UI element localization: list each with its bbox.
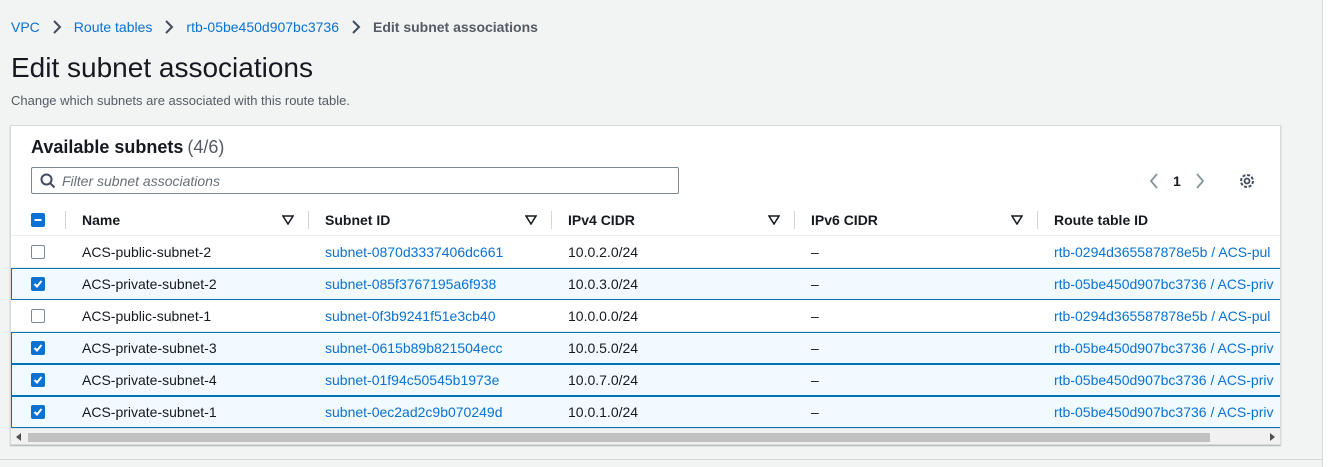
ipv4-cidr: 10.0.5.0/24 (568, 340, 639, 356)
column-divider (308, 211, 309, 229)
select-all-checkbox[interactable] (31, 213, 45, 227)
column-header-route-table-id[interactable]: Route table ID (1054, 204, 1148, 236)
subnet-id-link[interactable]: subnet-01f94c50545b1973e (325, 372, 499, 388)
column-header-ipv6-cidr[interactable]: IPv6 CIDR (811, 204, 878, 236)
route-table-link[interactable]: rtb-05be450d907bc3736 / ACS-priv (1054, 340, 1273, 356)
table-header: Name Subnet ID IPv4 CIDR IPv6 CIDR Route… (11, 204, 1280, 236)
row-checkbox[interactable] (31, 245, 45, 259)
scroll-left-icon[interactable] (14, 432, 24, 442)
filter-input[interactable] (62, 172, 652, 189)
ipv4-cidr: 10.0.7.0/24 (568, 372, 639, 388)
search-icon (40, 173, 56, 189)
page-number[interactable]: 1 (1173, 173, 1181, 189)
route-table-link[interactable]: rtb-05be450d907bc3736 / ACS-priv (1054, 276, 1273, 292)
ipv6-cidr: – (811, 276, 819, 292)
column-header-name[interactable]: Name (82, 204, 120, 236)
table-row[interactable]: ACS-private-subnet-2 subnet-085f3767195a6… (11, 268, 1280, 300)
chevron-right-icon (164, 20, 174, 34)
subnet-name: ACS-private-subnet-1 (82, 404, 217, 420)
row-checkbox[interactable] (31, 277, 45, 291)
chevron-right-icon (351, 20, 361, 34)
column-header-subnet-id[interactable]: Subnet ID (325, 204, 390, 236)
panel-title-text: Available subnets (31, 137, 184, 157)
subnets-table: Name Subnet ID IPv4 CIDR IPv6 CIDR Route… (11, 204, 1280, 428)
ipv4-cidr: 10.0.0.0/24 (568, 308, 639, 324)
table-row[interactable]: ACS-private-subnet-1 subnet-0ec2ad2c9b070… (11, 396, 1280, 428)
selection-count: (4/6) (187, 137, 225, 157)
scroll-right-icon[interactable] (1267, 432, 1277, 442)
available-subnets-panel: Available subnets(4/6) 1 Name (10, 125, 1281, 445)
subnet-id-link[interactable]: subnet-0f3b9241f51e3cb40 (325, 308, 495, 324)
column-divider (1037, 211, 1038, 229)
subnet-name: ACS-public-subnet-1 (82, 308, 212, 324)
subnet-id-link[interactable]: subnet-085f3767195a6f938 (325, 276, 496, 292)
horizontal-scrollbar[interactable] (11, 428, 1280, 444)
breadcrumb-current: Edit subnet associations (372, 19, 538, 35)
sort-icon[interactable] (768, 204, 780, 236)
subnet-name: ACS-public-subnet-2 (82, 244, 212, 260)
previous-page-icon[interactable] (1147, 171, 1161, 191)
subnet-id-link[interactable]: subnet-0870d3337406dc661 (325, 244, 503, 260)
panel-title: Available subnets (4/6) (31, 137, 224, 158)
ipv6-cidr: – (811, 308, 819, 324)
sort-icon[interactable] (1011, 204, 1023, 236)
gear-icon[interactable] (1237, 171, 1257, 191)
column-divider (65, 211, 66, 229)
sort-icon[interactable] (282, 204, 294, 236)
filter-field[interactable] (31, 167, 679, 194)
ipv4-cidr: 10.0.2.0/24 (568, 244, 639, 260)
table-body: ACS-public-subnet-2 subnet-0870d3337406dc… (11, 236, 1280, 428)
table-row[interactable]: ACS-private-subnet-3 subnet-0615b89b82150… (11, 332, 1280, 364)
ipv6-cidr: – (811, 372, 819, 388)
column-divider (794, 211, 795, 229)
breadcrumb-route-table-link[interactable]: rtb-05be450d907bc3736 (186, 19, 339, 35)
subnet-name: ACS-private-subnet-2 (82, 276, 217, 292)
sort-icon[interactable] (525, 204, 537, 236)
scrollbar-thumb[interactable] (28, 433, 1210, 442)
subnet-id-link[interactable]: subnet-0ec2ad2c9b070249d (325, 404, 503, 420)
row-checkbox[interactable] (31, 405, 45, 419)
subnet-id-link[interactable]: subnet-0615b89b821504ecc (325, 340, 503, 356)
chevron-right-icon (52, 20, 62, 34)
breadcrumb-route-tables-link[interactable]: Route tables (74, 19, 153, 35)
table-row[interactable]: ACS-public-subnet-2 subnet-0870d3337406dc… (11, 236, 1280, 268)
ipv6-cidr: – (811, 244, 819, 260)
subnet-name: ACS-private-subnet-3 (82, 340, 217, 356)
ipv6-cidr: – (811, 404, 819, 420)
route-table-link[interactable]: rtb-05be450d907bc3736 / ACS-priv (1054, 404, 1273, 420)
breadcrumb: VPC Route tables rtb-05be450d907bc3736 E… (11, 17, 538, 37)
row-checkbox[interactable] (31, 309, 45, 323)
column-header-ipv4-cidr[interactable]: IPv4 CIDR (568, 204, 635, 236)
row-checkbox[interactable] (31, 341, 45, 355)
column-divider (551, 211, 552, 229)
route-table-link[interactable]: rtb-05be450d907bc3736 / ACS-priv (1054, 372, 1273, 388)
route-table-link[interactable]: rtb-0294d365587878e5b / ACS-pul (1054, 308, 1270, 324)
table-row[interactable]: ACS-private-subnet-4 subnet-01f94c50545b1… (11, 364, 1280, 396)
breadcrumb-vpc-link[interactable]: VPC (11, 19, 40, 35)
ipv6-cidr: – (811, 340, 819, 356)
pagination: 1 (1147, 171, 1207, 191)
ipv4-cidr: 10.0.3.0/24 (568, 276, 639, 292)
next-page-icon[interactable] (1193, 171, 1207, 191)
route-table-link[interactable]: rtb-0294d365587878e5b / ACS-pul (1054, 244, 1270, 260)
page-title: Edit subnet associations (11, 52, 313, 83)
page-description: Change which subnets are associated with… (11, 93, 350, 108)
row-checkbox[interactable] (31, 373, 45, 387)
subnet-name: ACS-private-subnet-4 (82, 372, 217, 388)
ipv4-cidr: 10.0.1.0/24 (568, 404, 639, 420)
divider (0, 459, 1322, 460)
table-row[interactable]: ACS-public-subnet-1 subnet-0f3b9241f51e3c… (11, 300, 1280, 332)
vertical-scrollbar[interactable] (1322, 0, 1337, 467)
